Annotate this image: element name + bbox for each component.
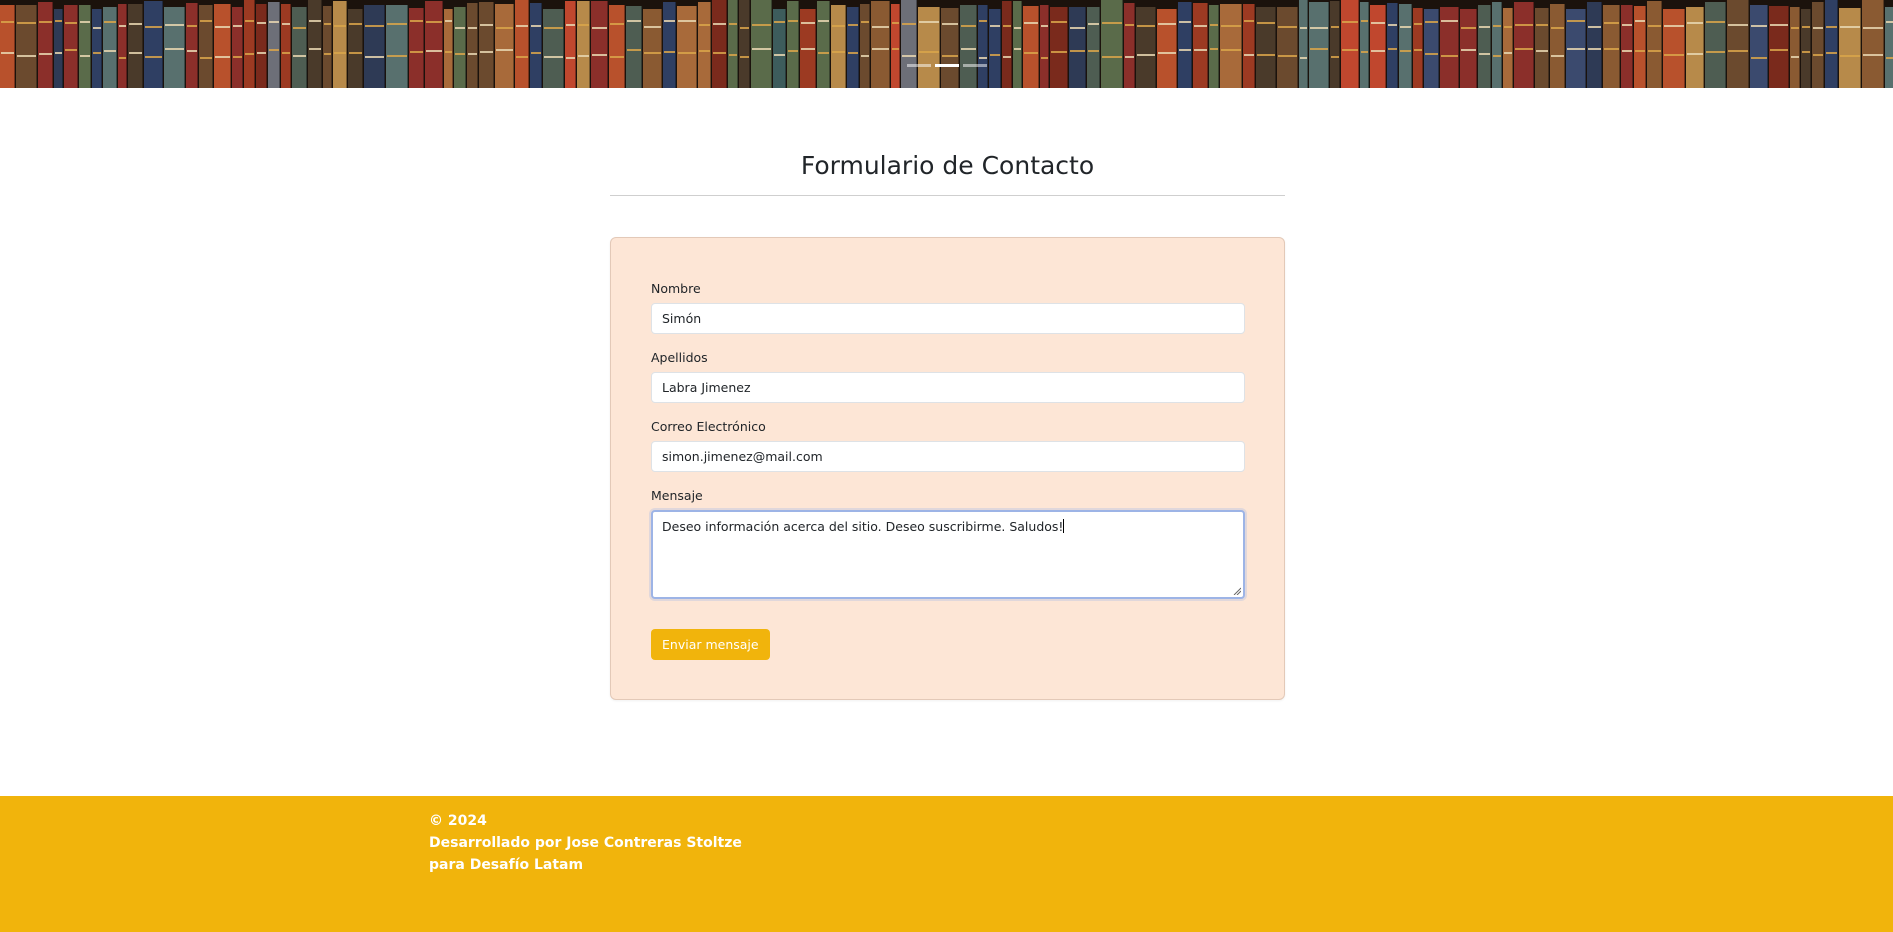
hero-carousel[interactable] xyxy=(0,0,1893,88)
carousel-indicator-3[interactable] xyxy=(962,64,987,67)
bookshelf-image xyxy=(0,0,1893,88)
nombre-input[interactable]: Simón xyxy=(651,303,1245,334)
footer-organization: para Desafío Latam xyxy=(429,857,584,873)
apellidos-input[interactable]: Labra Jimenez xyxy=(651,372,1245,403)
footer-developer: Desarrollado por Jose Contreras Stoltze xyxy=(429,835,742,851)
apellidos-label: Apellidos xyxy=(651,350,708,365)
email-input[interactable]: simon.jimenez@mail.com xyxy=(651,441,1245,472)
title-section: Formulario de Contacto xyxy=(610,148,1285,184)
mensaje-label: Mensaje xyxy=(651,488,703,503)
contact-form: Nombre Simón Apellidos Labra Jimenez Cor… xyxy=(610,237,1285,700)
mensaje-textarea[interactable]: Deseo información acerca del sitio. Dese… xyxy=(651,510,1245,599)
resize-handle-icon[interactable] xyxy=(1233,587,1241,595)
page-title: Formulario de Contacto xyxy=(800,151,1095,180)
title-divider xyxy=(610,195,1285,196)
site-footer: © 2024 Desarrollado por Jose Contreras S… xyxy=(0,796,1893,932)
carousel-indicators xyxy=(0,64,1893,67)
nombre-label: Nombre xyxy=(651,281,701,296)
mensaje-text: Deseo información acerca del sitio. Dese… xyxy=(662,519,1064,534)
carousel-indicator-1[interactable] xyxy=(906,64,931,67)
footer-copyright: © 2024 xyxy=(429,813,487,829)
text-caret xyxy=(1063,519,1065,533)
enviar-mensaje-button[interactable]: Enviar mensaje xyxy=(651,629,770,660)
footer-credits: © 2024 Desarrollado por Jose Contreras S… xyxy=(429,810,742,876)
correo-label: Correo Electrónico xyxy=(651,419,766,434)
carousel-indicator-2[interactable] xyxy=(934,64,959,67)
